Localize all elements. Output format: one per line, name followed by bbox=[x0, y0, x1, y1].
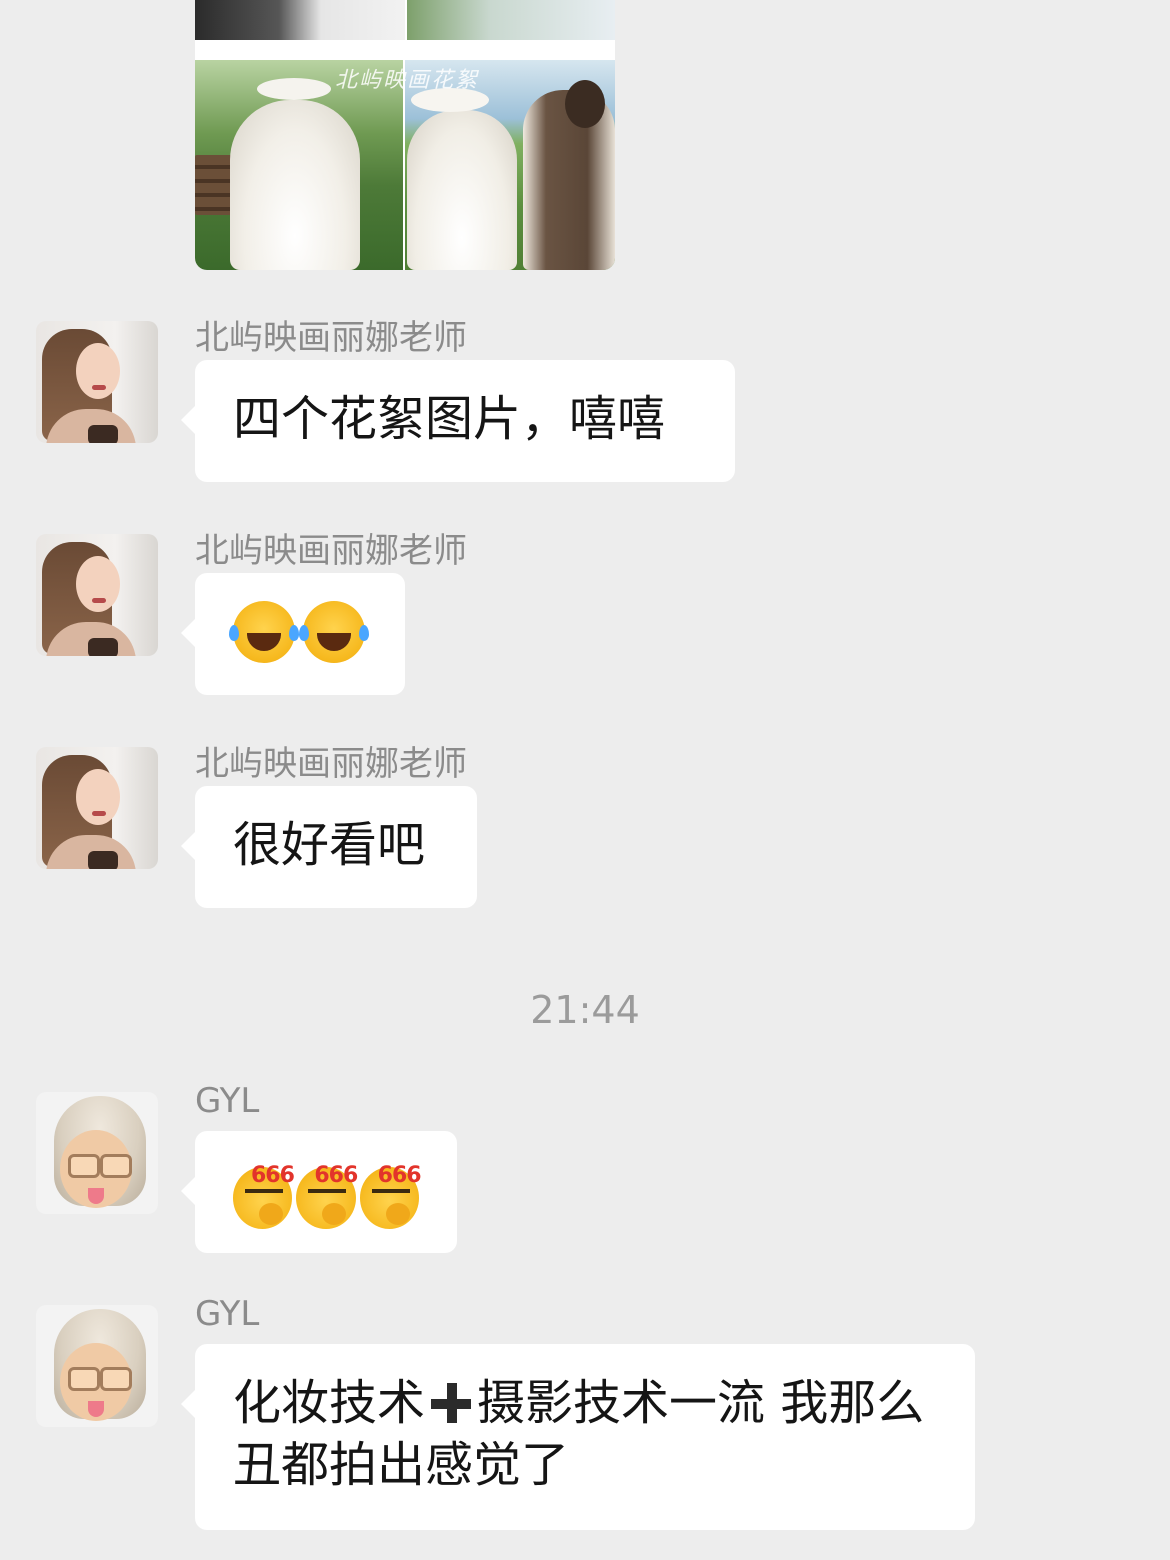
photo-top-right[interactable] bbox=[407, 0, 615, 40]
plus-icon bbox=[429, 1381, 473, 1425]
message-bubble[interactable]: 很好看吧 bbox=[181, 786, 477, 908]
photo-collage-message[interactable]: 北屿映画花絮 bbox=[195, 0, 615, 270]
message-bubble[interactable]: 化妆技术 摄影技术一流 我那么丑都拍出感觉了 bbox=[181, 1344, 975, 1530]
sender-name: GYL bbox=[195, 1294, 260, 1334]
sender-name: 北屿映画丽娜老师 bbox=[195, 531, 467, 571]
bride-figure bbox=[230, 100, 360, 270]
avatar-lina[interactable] bbox=[36, 747, 158, 869]
watermark: 北屿映画花絮 bbox=[335, 68, 480, 93]
sender-name: 北屿映画丽娜老师 bbox=[195, 318, 467, 358]
photo-row-bottom: 北屿映画花絮 bbox=[195, 60, 615, 270]
message-text: 化妆技术 摄影技术一流 我那么丑都拍出感觉了 bbox=[233, 1375, 925, 1493]
666-emoji-icon: 666 bbox=[359, 1163, 422, 1229]
message-bubble[interactable]: 四个花絮图片，嘻嘻 bbox=[181, 360, 735, 482]
photo-strip-top bbox=[195, 0, 615, 58]
message-bubble[interactable]: 666 666 666 bbox=[181, 1131, 457, 1253]
timestamp: 21:44 bbox=[530, 988, 640, 1032]
photo-top-left[interactable] bbox=[195, 0, 405, 40]
avatar-gyl[interactable] bbox=[36, 1305, 158, 1427]
avatar-lina[interactable] bbox=[36, 321, 158, 443]
avatar-lina[interactable] bbox=[36, 534, 158, 656]
tears-of-joy-icon bbox=[229, 601, 299, 663]
groom-head bbox=[565, 80, 605, 128]
sender-name: 北屿映画丽娜老师 bbox=[195, 744, 467, 784]
sender-name: GYL bbox=[195, 1081, 260, 1121]
message-text: 很好看吧 bbox=[233, 817, 426, 873]
666-emoji-icon: 666 bbox=[233, 1163, 295, 1229]
hat bbox=[257, 78, 331, 100]
bride-figure bbox=[407, 110, 517, 270]
avatar-gyl[interactable] bbox=[36, 1092, 158, 1214]
666-emoji-icon: 666 bbox=[296, 1163, 358, 1229]
emoji-row bbox=[229, 601, 369, 663]
message-text: 四个花絮图片，嘻嘻 bbox=[233, 391, 666, 447]
tears-of-joy-icon bbox=[299, 601, 369, 663]
message-bubble[interactable] bbox=[181, 573, 405, 695]
emoji-row: 666 666 666 bbox=[233, 1163, 422, 1229]
